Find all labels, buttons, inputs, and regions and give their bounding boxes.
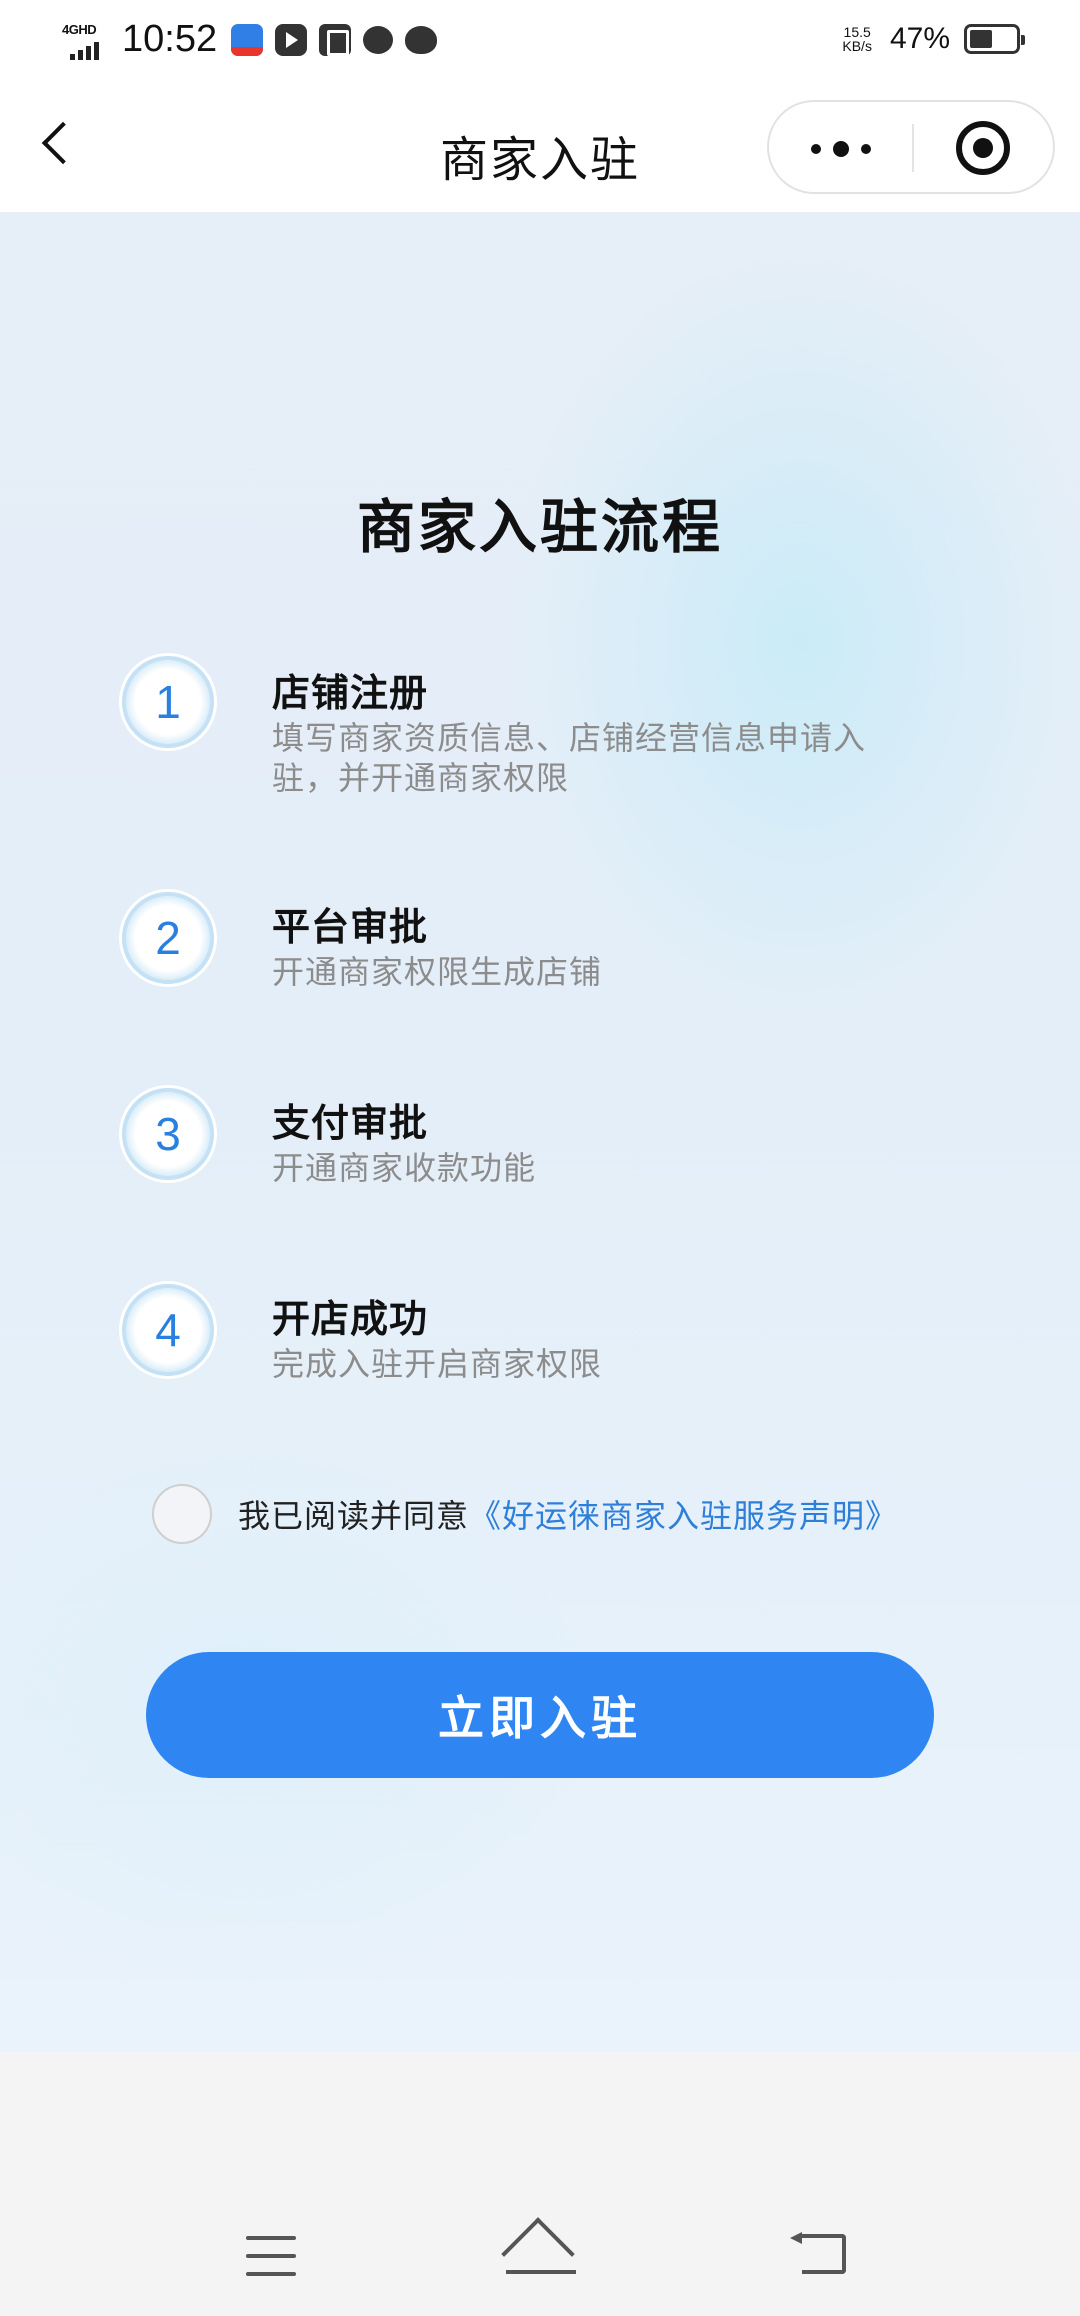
step-description: 填写商家资质信息、店铺经营信息申请入驻，并开通商家权限 [272,719,867,797]
close-miniprogram-button[interactable] [914,102,1055,192]
network-indicator: 4GHD [62,20,112,60]
system-nav-bar [0,2052,1080,2316]
step-description: 完成入驻开启商家权限 [272,1345,603,1383]
step-title: 平台审批 [272,905,429,949]
more-dot-icon [861,144,871,154]
status-time: 10:52 [122,18,218,60]
agreement-link[interactable]: 《好运徕商家入驻服务声明》 [469,1491,898,1537]
step-number-badge: 3 [122,1088,214,1180]
message-bubble-icon [363,25,394,54]
step-number-badge: 2 [122,892,214,984]
step-title: 开店成功 [272,1297,429,1341]
home-icon[interactable] [496,2217,586,2291]
menu-icon[interactable] [226,2220,316,2290]
step-description: 开通商家权限生成店铺 [272,953,603,991]
step-number-badge: 1 [122,656,214,748]
battery-icon [964,24,1025,54]
network-speed-unit: KB/s [842,38,872,54]
step-title: 支付审批 [272,1101,429,1145]
more-dot-icon [811,144,821,154]
agreement-row: 我已阅读并同意 《好运徕商家入驻服务声明》 [152,1484,898,1544]
network-speed: 15.5 KB/s [842,25,872,53]
main-content: 商家入驻流程 1 店铺注册 填写商家资质信息、店铺经营信息申请入驻，并开通商家权… [0,212,1080,2052]
app-notification-icon [231,23,264,56]
cat-app-icon [405,25,438,54]
agreement-checkbox[interactable] [152,1484,212,1544]
status-left: 4GHD 10:52 [62,18,449,61]
step-title: 店铺注册 [272,671,429,715]
video-app-icon [275,23,308,56]
step-number-badge: 4 [122,1284,214,1376]
flow-title: 商家入驻流程 [356,493,723,561]
back-icon[interactable] [778,2220,868,2290]
signal-icon [70,41,99,60]
nav-bar: 商家入驻 [0,84,1080,212]
battery-percent: 47% [889,22,950,55]
target-dot [973,138,993,158]
miniprogram-capsule [767,100,1055,194]
network-speed-value: 15.5 [843,24,871,40]
join-now-button[interactable]: 立即入驻 [146,1652,934,1778]
network-type: 4GHD [62,21,97,37]
document-app-icon [319,23,352,56]
step-description: 开通商家收款功能 [272,1149,537,1187]
status-bar: 4GHD 10:52 15.5 KB/s 47% [0,0,1080,84]
more-dot-icon [833,141,849,157]
more-button[interactable] [769,102,912,192]
agreement-text: 我已阅读并同意 [238,1497,470,1535]
status-right: 15.5 KB/s 47% [842,22,1025,56]
